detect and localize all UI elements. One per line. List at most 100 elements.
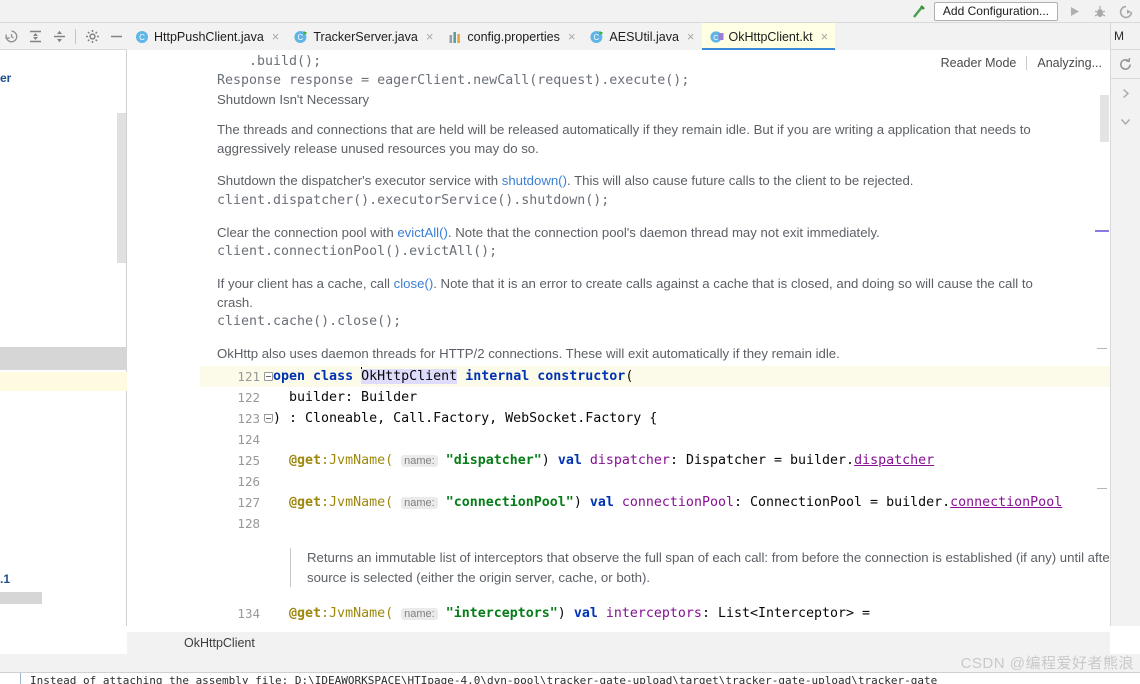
code-text-127: @get:JvmName( name: "connectionPool") va… [273, 492, 1110, 514]
settings-gear-icon[interactable] [81, 25, 103, 47]
left-pane-selected-row[interactable] [0, 347, 127, 370]
fold-marker-icon[interactable] [264, 372, 273, 381]
code-row-134[interactable]: 134 @get:JvmName( name: "interceptors") … [200, 603, 1110, 624]
add-configuration-button[interactable]: Add Configuration... [933, 2, 1058, 21]
doc-para-pool-post: . Note that the connection pool's daemon… [447, 224, 880, 240]
doc-para-pool: Clear the connection pool with evictAll(… [217, 224, 1070, 243]
editor-scrollbar[interactable] [1100, 95, 1109, 142]
tab-config-properties[interactable]: config.properties × [440, 23, 582, 50]
tab-AESUtil-java[interactable]: C AESUtil.java × [582, 23, 701, 50]
builder-ref[interactable]: connectionPool [950, 495, 1062, 510]
doc-snippet-pool: client.connectionPool().evictAll(); [217, 244, 498, 259]
editor-marker-warning[interactable] [1097, 348, 1107, 349]
property-name: connectionPool [621, 495, 734, 510]
doc-link-shutdown[interactable]: shutdown() [502, 173, 567, 188]
line-number[interactable]: 121 [200, 366, 260, 387]
editor-content: .build(); Response response = eagerClien… [200, 50, 1110, 626]
chevron-right-icon[interactable] [1111, 79, 1140, 107]
string-literal: "dispatcher" [445, 453, 542, 468]
doc-para-dispatcher-pre: Shutdown the dispatcher's executor servi… [217, 173, 502, 188]
reader-mode-toggle[interactable]: Reader Mode [941, 56, 1017, 70]
editor-marker-warning-2[interactable] [1097, 488, 1107, 489]
rendered-doc-block: .build(); Response response = eagerClien… [217, 52, 1070, 364]
run-play-icon[interactable] [1064, 2, 1084, 22]
java-class-icon: C [136, 30, 148, 43]
tab-close-icon[interactable]: × [687, 30, 695, 43]
right-tool-rail: M [1110, 23, 1140, 626]
collapse-all-icon[interactable] [48, 25, 70, 47]
param-hint: name: [401, 497, 438, 509]
annotation-get: @get [289, 606, 322, 621]
line-number[interactable]: 124 [200, 429, 260, 450]
line-number[interactable]: 128 [200, 513, 260, 534]
history-icon[interactable] [0, 25, 22, 47]
tab-OkHttpClient-kt[interactable]: C OkHttpClient.kt × [701, 23, 836, 50]
annotation-jvmname: :JvmName( [321, 495, 394, 510]
code-row-128[interactable]: 128 [200, 513, 1110, 534]
kw-internal: internal [465, 369, 530, 384]
tab-close-icon[interactable]: × [272, 30, 280, 43]
bottom-console: Instead of attaching the assembly file: … [0, 672, 1140, 684]
line-number[interactable]: 123 [200, 408, 260, 429]
line-number[interactable]: 125 [200, 450, 260, 471]
refresh-icon[interactable] [1111, 50, 1140, 78]
editor: Reader Mode Analyzing... .build(); Respo… [127, 50, 1110, 626]
string-literal: "interceptors" [445, 606, 558, 621]
breadcrumb[interactable]: OkHttpClient [127, 632, 1110, 654]
tab-TrackerServer-java[interactable]: C TrackerServer.java × [286, 23, 440, 50]
svg-text:C: C [713, 33, 719, 42]
property-name: dispatcher [589, 453, 670, 468]
kw-constructor: constructor [537, 369, 626, 384]
debug-bug-icon[interactable] [1090, 2, 1110, 22]
expand-all-icon[interactable] [24, 25, 46, 47]
tab-label: config.properties [467, 29, 560, 44]
kw-val: val [573, 606, 598, 621]
code-row-123[interactable]: 123 ) : Cloneable, Call.Factory, WebSock… [200, 408, 1110, 429]
rail-tab-maven[interactable]: M [1111, 23, 1140, 50]
code-row-122[interactable]: 122 builder: Builder [200, 387, 1110, 408]
tab-label: TrackerServer.java [313, 29, 418, 44]
idea-window: Add Configuration... C HttpPushClient.ja… [0, 0, 1140, 684]
code-row-121[interactable]: 121 open class OkHttpClient internal con… [200, 366, 1110, 387]
line-number[interactable]: 134 [200, 603, 260, 624]
doc-para-pool-pre: Clear the connection pool with [217, 224, 398, 240]
hammer-icon[interactable] [910, 3, 928, 21]
left-pane-scrollbar[interactable] [117, 113, 126, 263]
builder-ref[interactable]: dispatcher [854, 453, 934, 468]
editor-marker-bookmark[interactable] [1095, 230, 1109, 232]
editor-header-actions: Reader Mode Analyzing... [940, 50, 1110, 76]
line-number[interactable]: 122 [200, 387, 260, 408]
code-row-124[interactable]: 124 [200, 429, 1110, 450]
code-row-127[interactable]: 127 @get:JvmName( name: "connectionPool"… [200, 492, 1110, 513]
console-line: Instead of attaching the assembly file: … [30, 674, 938, 684]
code-lines: 121 open class OkHttpClient internal con… [200, 366, 1110, 624]
editor-gutter[interactable] [127, 50, 200, 626]
line-number[interactable]: 126 [200, 471, 260, 492]
code-text-134: @get:JvmName( name: "interceptors") val … [273, 603, 1110, 625]
editor-tab-row: C HttpPushClient.java × C TrackerServer.… [0, 23, 1140, 50]
line-number[interactable]: 127 [200, 492, 260, 513]
doc-link-evictall[interactable]: evictAll() [397, 225, 448, 240]
left-pane-highlight-row[interactable] [0, 372, 127, 391]
breadcrumb-item-class[interactable]: OkHttpClient [184, 636, 255, 650]
breadcrumb-left-filler [0, 626, 127, 654]
tab-close-icon[interactable]: × [821, 30, 829, 43]
run-coverage-icon[interactable] [1116, 2, 1136, 22]
doc-snippet-cache: client.cache().close(); [217, 314, 402, 329]
hide-window-icon[interactable] [105, 25, 127, 47]
chevron-down-icon[interactable] [1111, 107, 1140, 135]
left-tool-window: er .1 [0, 50, 127, 626]
tab-close-icon[interactable]: × [568, 30, 576, 43]
doc-link-close[interactable]: close() [394, 276, 434, 291]
tab-HttpPushClient-java[interactable]: C HttpPushClient.java × [127, 23, 286, 50]
run-toolbar-group: Add Configuration... [910, 0, 1140, 23]
kw-val: val [557, 453, 582, 468]
code-row-125[interactable]: 125 @get:JvmName( name: "dispatcher") va… [200, 450, 1110, 471]
tab-close-icon[interactable]: × [426, 30, 434, 43]
svg-text:C: C [139, 33, 145, 42]
fold-marker-end-icon[interactable] [264, 414, 273, 423]
svg-text:C: C [298, 33, 304, 42]
left-pane-bottom-block [0, 592, 42, 604]
left-pane-partial-label-bottom: .1 [0, 572, 11, 586]
code-row-126[interactable]: 126 [200, 471, 1110, 492]
